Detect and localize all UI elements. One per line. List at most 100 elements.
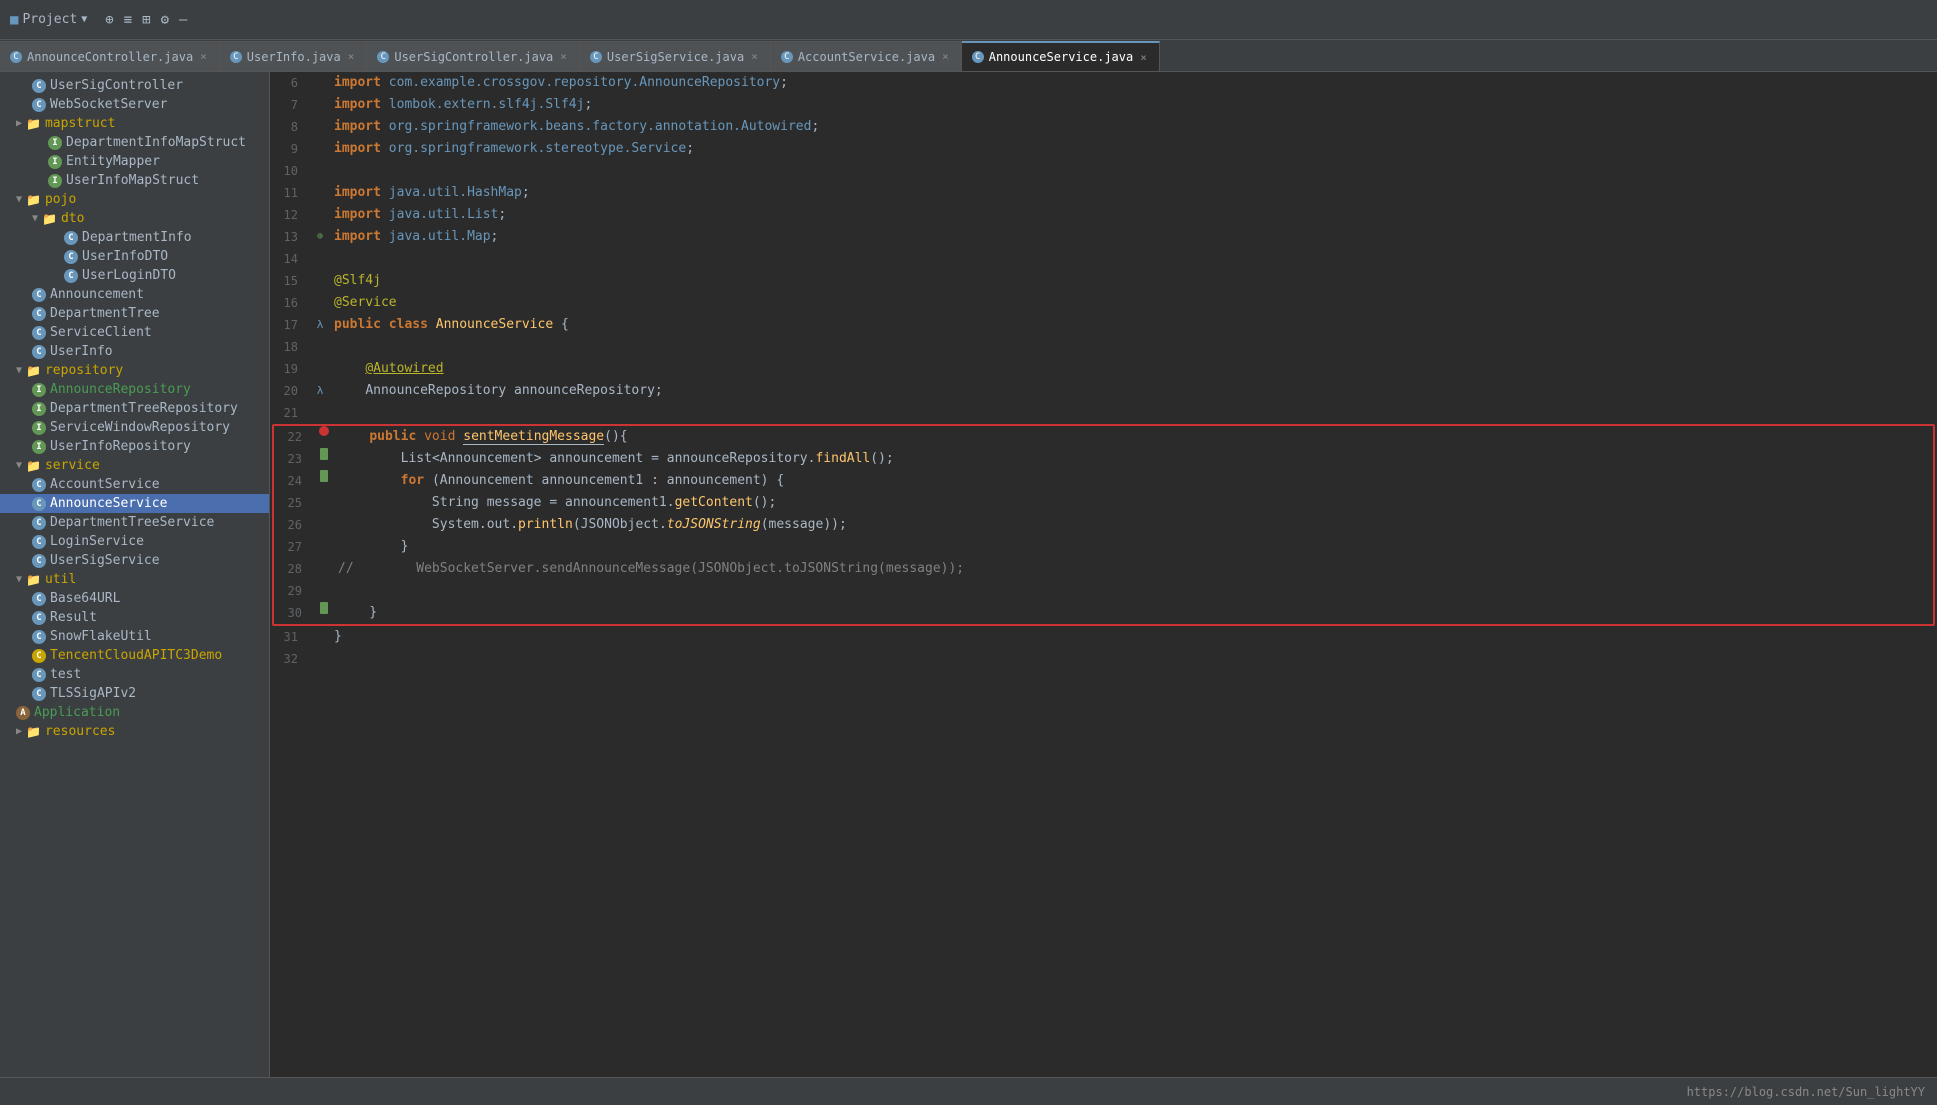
sidebar-label: SnowFlakeUtil [50,629,152,644]
sidebar-item-userinfo-repo[interactable]: I UserInfoRepository [0,437,269,456]
sidebar-label: UserInfoDTO [82,249,168,264]
list-icon[interactable]: ≡ [124,12,132,28]
sidebar-item-test[interactable]: C test [0,665,269,684]
sidebar-item-announce-service[interactable]: C AnnounceService [0,494,269,513]
code-line-6: 6 import com.example.crossgov.repository… [270,72,1937,94]
sidebar-label: ServiceClient [50,325,152,340]
file-i-icon: I [32,383,46,397]
code-editor[interactable]: 6 import com.example.crossgov.repository… [270,72,1937,1077]
chevron-down-icon: ▼ [16,194,22,205]
sidebar-label: TLSSigAPIv2 [50,686,136,701]
sidebar-label: DepartmentInfo [82,230,192,245]
layout-icon[interactable]: ⊞ [142,12,150,28]
sidebar-item-dept-mapstruct[interactable]: I DepartmentInfoMapStruct [0,133,269,152]
sidebar-item-result[interactable]: C Result [0,608,269,627]
code-line-28: 28 // WebSocketServer.sendAnnounceMessag… [274,558,1933,580]
sidebar-item-mapstruct[interactable]: ▶ 📁 mapstruct [0,114,269,133]
tab-close-5[interactable]: × [940,50,951,63]
sidebar-item-snowflake[interactable]: C SnowFlakeUtil [0,627,269,646]
sidebar-item-dept-tree[interactable]: C DepartmentTree [0,304,269,323]
file-a-icon: A [16,706,30,720]
sidebar-label: AccountService [50,477,160,492]
sidebar-item-application[interactable]: A Application [0,703,269,722]
tab-close-2[interactable]: × [346,50,357,63]
code-line-14: 14 [270,248,1937,270]
code-line-20: 20 λ AnnounceRepository announceReposito… [270,380,1937,402]
sidebar-item-service-folder[interactable]: ▼ 📁 service [0,456,269,475]
minimize-icon[interactable]: — [179,12,187,28]
sidebar-item-login-service[interactable]: C LoginService [0,532,269,551]
tab-close-3[interactable]: × [558,50,569,63]
sidebar-item-tencent[interactable]: C TencentCloudAPITC3Demo [0,646,269,665]
tab-icon-3: C [377,51,389,63]
sidebar-label: WebSocketServer [50,97,167,112]
code-line-9: 9 import org.springframework.stereotype.… [270,138,1937,160]
file-i-icon: I [48,136,62,150]
tab-usersig-service[interactable]: C UserSigService.java × [580,41,771,71]
sidebar-item-dto[interactable]: ▼ 📁 dto [0,209,269,228]
project-label[interactable]: ■ Project ▼ [10,12,87,28]
tab-usersig-controller[interactable]: C UserSigController.java × [367,41,580,71]
tab-announce-service[interactable]: C AnnounceService.java × [962,41,1160,71]
sidebar-item-announce-repo[interactable]: I AnnounceRepository [0,380,269,399]
sidebar-item-websocket-server[interactable]: C WebSocketServer [0,95,269,114]
code-line-11: 11 import java.util.HashMap; [270,182,1937,204]
sidebar-item-account-service[interactable]: C AccountService [0,475,269,494]
sidebar-item-usersig-controller[interactable]: C UserSigController [0,76,269,95]
sidebar-label: pojo [45,192,76,207]
code-line-23: 23 List<Announcement> announcement = ann… [274,448,1933,470]
tab-userinfo[interactable]: C UserInfo.java × [220,41,368,71]
folder-icon: 📁 [42,212,57,226]
sidebar-item-pojo[interactable]: ▼ 📁 pojo [0,190,269,209]
sidebar-label: Announcement [50,287,144,302]
sidebar-item-userlogin-dto[interactable]: C UserLoginDTO [0,266,269,285]
tab-icon-5: C [781,51,793,63]
sidebar-item-dept-repo[interactable]: I DepartmentTreeRepository [0,399,269,418]
sidebar-item-repository[interactable]: ▼ 📁 repository [0,361,269,380]
sidebar-label: UserLoginDTO [82,268,176,283]
sidebar-item-service-client[interactable]: C ServiceClient [0,323,269,342]
sidebar-item-resources[interactable]: ▶ 📁 resources [0,722,269,741]
sidebar-label: mapstruct [45,116,115,131]
sidebar-item-dept-tree-service[interactable]: C DepartmentTreeService [0,513,269,532]
tab-announce-controller[interactable]: C AnnounceController.java × [0,41,220,71]
sidebar-item-userinfo[interactable]: C UserInfo [0,342,269,361]
chevron-down-icon: ▼ [32,213,38,224]
code-line-17: 17 λ public class AnnounceService { [270,314,1937,336]
sidebar-label: util [45,572,76,587]
sidebar-label: ServiceWindowRepository [50,420,230,435]
settings-icon[interactable]: ⚙ [161,12,169,28]
sidebar-label: dto [61,211,84,226]
tab-account-service[interactable]: C AccountService.java × [771,41,962,71]
tab-label-6: AnnounceService.java [989,50,1134,64]
folder-icon: 📁 [26,364,41,378]
chevron-right-icon: ▶ [16,118,22,129]
sidebar-item-announcement[interactable]: C Announcement [0,285,269,304]
tab-close-4[interactable]: × [749,50,760,63]
sidebar-item-deptinfo[interactable]: C DepartmentInfo [0,228,269,247]
file-c-icon: C [32,345,46,359]
project-chevron: ▼ [81,14,87,25]
main-area: C UserSigController C WebSocketServer ▶ … [0,72,1937,1077]
tab-icon-6: C [972,51,984,63]
file-c-icon: C [32,535,46,549]
tab-close-6[interactable]: × [1138,51,1149,64]
sidebar-item-userinfo-mapstruct[interactable]: I UserInfoMapStruct [0,171,269,190]
sidebar-item-base64url[interactable]: C Base64URL [0,589,269,608]
globe-icon[interactable]: ⊕ [105,12,113,28]
tab-close-1[interactable]: × [198,50,209,63]
sidebar-item-service-window-repo[interactable]: I ServiceWindowRepository [0,418,269,437]
sidebar-item-tlssig[interactable]: C TLSSigAPIv2 [0,684,269,703]
code-line-24: 24 for (Announcement announcement1 : ann… [274,470,1933,492]
sidebar-label: UserSigController [50,78,183,93]
file-c-icon: C [32,478,46,492]
sidebar-label: UserInfoRepository [50,439,191,454]
sidebar-label: UserInfo [50,344,113,359]
sidebar-item-usersig-service[interactable]: C UserSigService [0,551,269,570]
sidebar-item-util-folder[interactable]: ▼ 📁 util [0,570,269,589]
sidebar-item-entity-mapper[interactable]: I EntityMapper [0,152,269,171]
sidebar-item-userinfo-dto[interactable]: C UserInfoDTO [0,247,269,266]
file-c-icon: C [32,649,46,663]
sidebar-label: Application [34,705,120,720]
sidebar-label: Result [50,610,97,625]
